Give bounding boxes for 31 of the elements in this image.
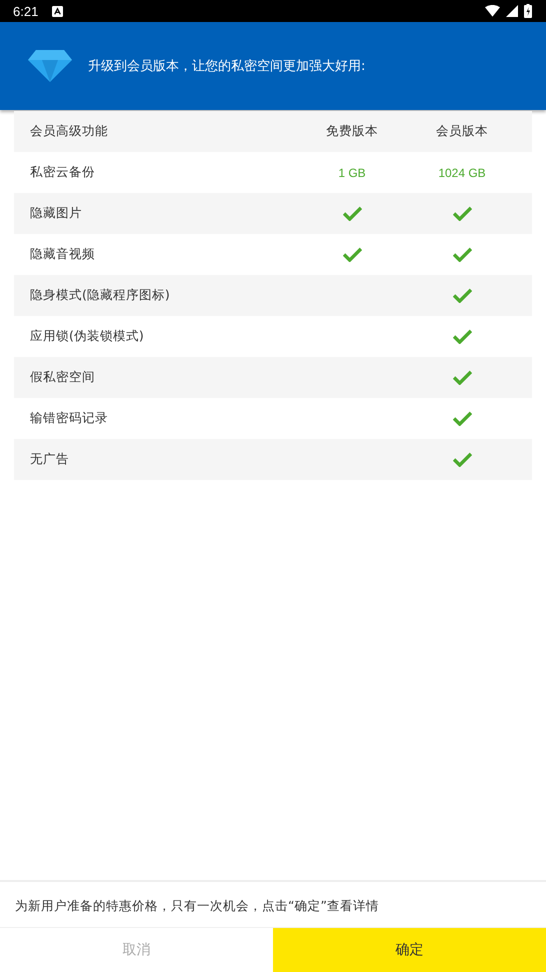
column-header: 会员版本	[435, 123, 489, 140]
check-icon	[452, 329, 472, 344]
signal-icon	[506, 5, 518, 17]
feature-name: 应用锁(伪装锁模式)	[29, 328, 145, 345]
offer-note: 为新用户准备的特惠价格，只有一次机会，点击“确定”查看详情	[14, 897, 380, 915]
check-icon	[452, 288, 472, 303]
confirm-button[interactable]: 确定	[273, 928, 546, 972]
status-time: 6:21	[13, 4, 38, 18]
notification-icon	[52, 6, 64, 16]
column-header: 会员高级功能	[29, 123, 109, 140]
feature-name: 输错密码记录	[29, 410, 109, 427]
feature-name: 隐藏图片	[29, 205, 83, 222]
check-icon	[452, 452, 472, 467]
wifi-icon	[485, 5, 500, 17]
upgrade-title: 升级到会员版本，让您的私密空间更加强大好用:	[88, 58, 366, 75]
quota-value: 1024 GB	[438, 166, 486, 180]
feature-name: 隐藏音视频	[29, 246, 96, 263]
check-icon	[452, 411, 472, 426]
quota-value: 1 GB	[338, 166, 366, 180]
check-icon	[452, 206, 472, 221]
feature-name: 私密云备份	[29, 164, 96, 181]
check-icon	[452, 247, 472, 262]
check-icon	[452, 370, 472, 385]
feature-name: 无广告	[29, 451, 70, 468]
check-icon	[342, 247, 362, 262]
battery-icon	[524, 4, 532, 18]
feature-name: 隐身模式(隐藏程序图标)	[29, 287, 171, 304]
column-header: 免费版本	[325, 123, 379, 140]
check-icon	[342, 206, 362, 221]
diamond-icon	[28, 50, 72, 82]
feature-name: 假私密空间	[29, 369, 96, 386]
